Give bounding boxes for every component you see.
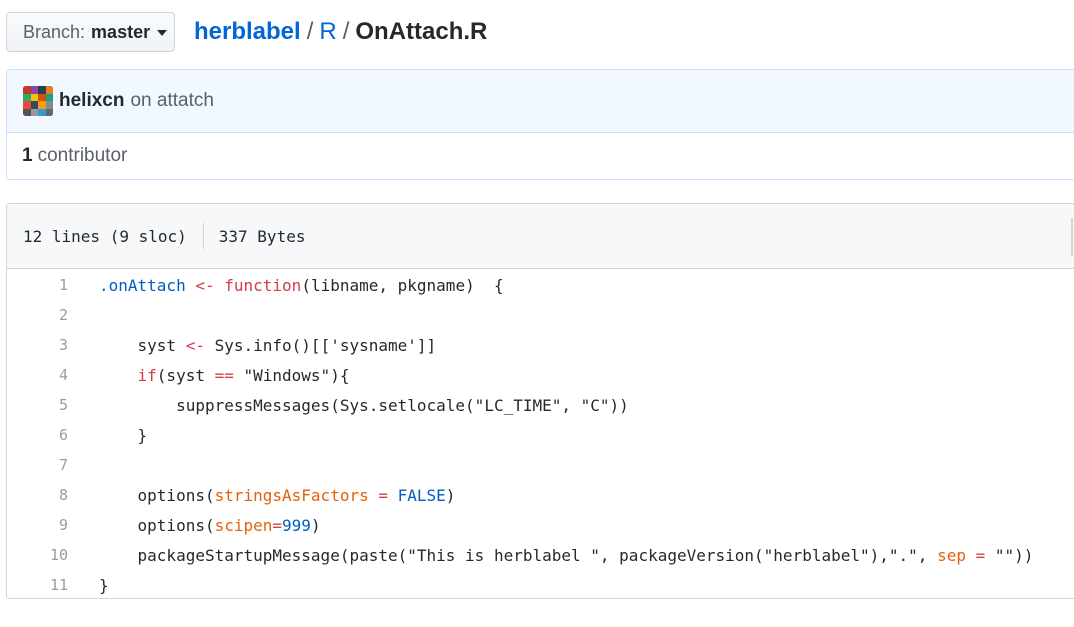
contributors-summary[interactable]: 1 contributor — [7, 133, 1074, 179]
line-number[interactable]: 6 — [7, 426, 68, 444]
line-content: options(scipen=999) — [68, 516, 321, 535]
file-line-count: 12 lines (9 sloc) — [23, 226, 187, 246]
file-header: 12 lines (9 sloc) 337 Bytes — [7, 204, 1074, 269]
breadcrumb: herblabel / R / OnAttach.R — [194, 17, 487, 47]
code-token: = — [368, 485, 388, 505]
code-line: 5 suppressMessages(Sys.setlocale("LC_TIM… — [7, 390, 1074, 420]
code-token: syst — [99, 335, 186, 355]
commit-message-link[interactable]: on attatch — [130, 90, 213, 112]
line-content: options(stringsAsFactors = FALSE) — [68, 485, 456, 505]
line-number[interactable]: 10 — [7, 546, 68, 564]
line-number[interactable]: 5 — [7, 396, 68, 414]
code-token: packageStartupMessage(paste("This is her… — [99, 545, 938, 565]
code-line: 6 } — [7, 420, 1074, 450]
latest-commit-bar: helixcn on attatch — [7, 70, 1074, 133]
code-token: stringsAsFactors — [214, 485, 369, 505]
code-token: .onAttach — [99, 275, 186, 295]
code-line: 8 options(stringsAsFactors = FALSE) — [7, 480, 1074, 510]
code-token: if — [99, 365, 157, 385]
code-line: 1 .onAttach <- function(libname, pkgname)… — [7, 270, 1074, 300]
code-line: 3 syst <- Sys.info()[['sysname']] — [7, 330, 1074, 360]
file-viewer: 12 lines (9 sloc) 337 Bytes 1 .onAttach <… — [6, 203, 1074, 599]
code-token: } — [99, 425, 148, 445]
line-content: } — [68, 576, 109, 595]
code-token: FALSE — [387, 485, 446, 505]
code-line: 7 — [7, 450, 1074, 480]
branch-name: master — [91, 21, 151, 42]
code-line: 9 options(scipen=999) — [7, 510, 1074, 540]
code-token: Sys.info()[['sysname']] — [204, 335, 437, 355]
code-token: <- — [185, 335, 205, 355]
line-content: suppressMessages(Sys.setlocale("LC_TIME"… — [68, 396, 629, 415]
line-number[interactable]: 7 — [7, 456, 68, 474]
code-token: 999 — [282, 515, 311, 535]
breadcrumb-separator: / — [342, 18, 350, 45]
breadcrumb-dir-link[interactable]: R — [319, 18, 336, 45]
line-number[interactable]: 9 — [7, 516, 68, 534]
caret-down-icon — [157, 30, 168, 36]
file-size: 337 Bytes — [218, 226, 306, 246]
code-token: sep — [937, 545, 966, 565]
line-number[interactable]: 1 — [7, 276, 68, 294]
code-token: (libname, pkgname) { — [301, 275, 504, 295]
code-token: ) — [310, 515, 321, 535]
code-token: scipen — [214, 515, 273, 535]
code-token: ) — [445, 485, 456, 505]
code-token: = — [965, 545, 986, 565]
breadcrumb-repo-link[interactable]: herblabel — [194, 18, 301, 45]
contributor-count: 1 — [22, 145, 33, 166]
code-token: = — [272, 515, 283, 535]
code-token: options( — [99, 515, 215, 535]
code-line: 10 packageStartupMessage(paste("This is … — [7, 540, 1074, 570]
code-line: 2 — [7, 300, 1074, 330]
line-number[interactable]: 8 — [7, 486, 68, 504]
line-number[interactable]: 4 — [7, 366, 68, 384]
code-token: == — [214, 365, 234, 385]
breadcrumb-file-name: OnAttach.R — [355, 18, 488, 45]
line-content: .onAttach <- function(libname, pkgname) … — [68, 276, 504, 295]
branch-label: Branch: — [23, 21, 86, 42]
code-token: <- — [185, 275, 215, 295]
header-divider — [202, 223, 204, 249]
contributor-label: contributor — [37, 145, 128, 166]
line-content: syst <- Sys.info()[['sysname']] — [68, 335, 437, 355]
branch-selector-button[interactable]: Branch: master — [6, 12, 175, 52]
breadcrumb-separator: / — [306, 18, 314, 45]
code-token: "")) — [985, 545, 1034, 565]
code-token: } — [99, 575, 109, 595]
line-number[interactable]: 11 — [7, 576, 68, 594]
avatar[interactable] — [23, 86, 53, 116]
code-token: "Windows"){ — [233, 365, 350, 385]
header-actions-edge — [1071, 218, 1073, 256]
code-line: 4 if(syst == "Windows"){ — [7, 360, 1074, 390]
line-content: packageStartupMessage(paste("This is her… — [68, 545, 1034, 565]
code-line: 11} — [7, 570, 1074, 600]
code-token: suppressMessages(Sys.setlocale("LC_TIME"… — [99, 395, 629, 415]
code-token: options( — [99, 485, 215, 505]
code-token: (syst — [156, 365, 215, 385]
line-content: } — [68, 425, 148, 445]
line-number[interactable]: 2 — [7, 306, 68, 324]
line-content: if(syst == "Windows"){ — [68, 365, 350, 385]
code-token: function — [214, 275, 302, 295]
commit-author-link[interactable]: helixcn — [59, 90, 124, 112]
commit-info-box: helixcn on attatch 1 contributor — [6, 69, 1074, 180]
line-number[interactable]: 3 — [7, 336, 68, 354]
code-listing: 1 .onAttach <- function(libname, pkgname)… — [7, 270, 1074, 600]
